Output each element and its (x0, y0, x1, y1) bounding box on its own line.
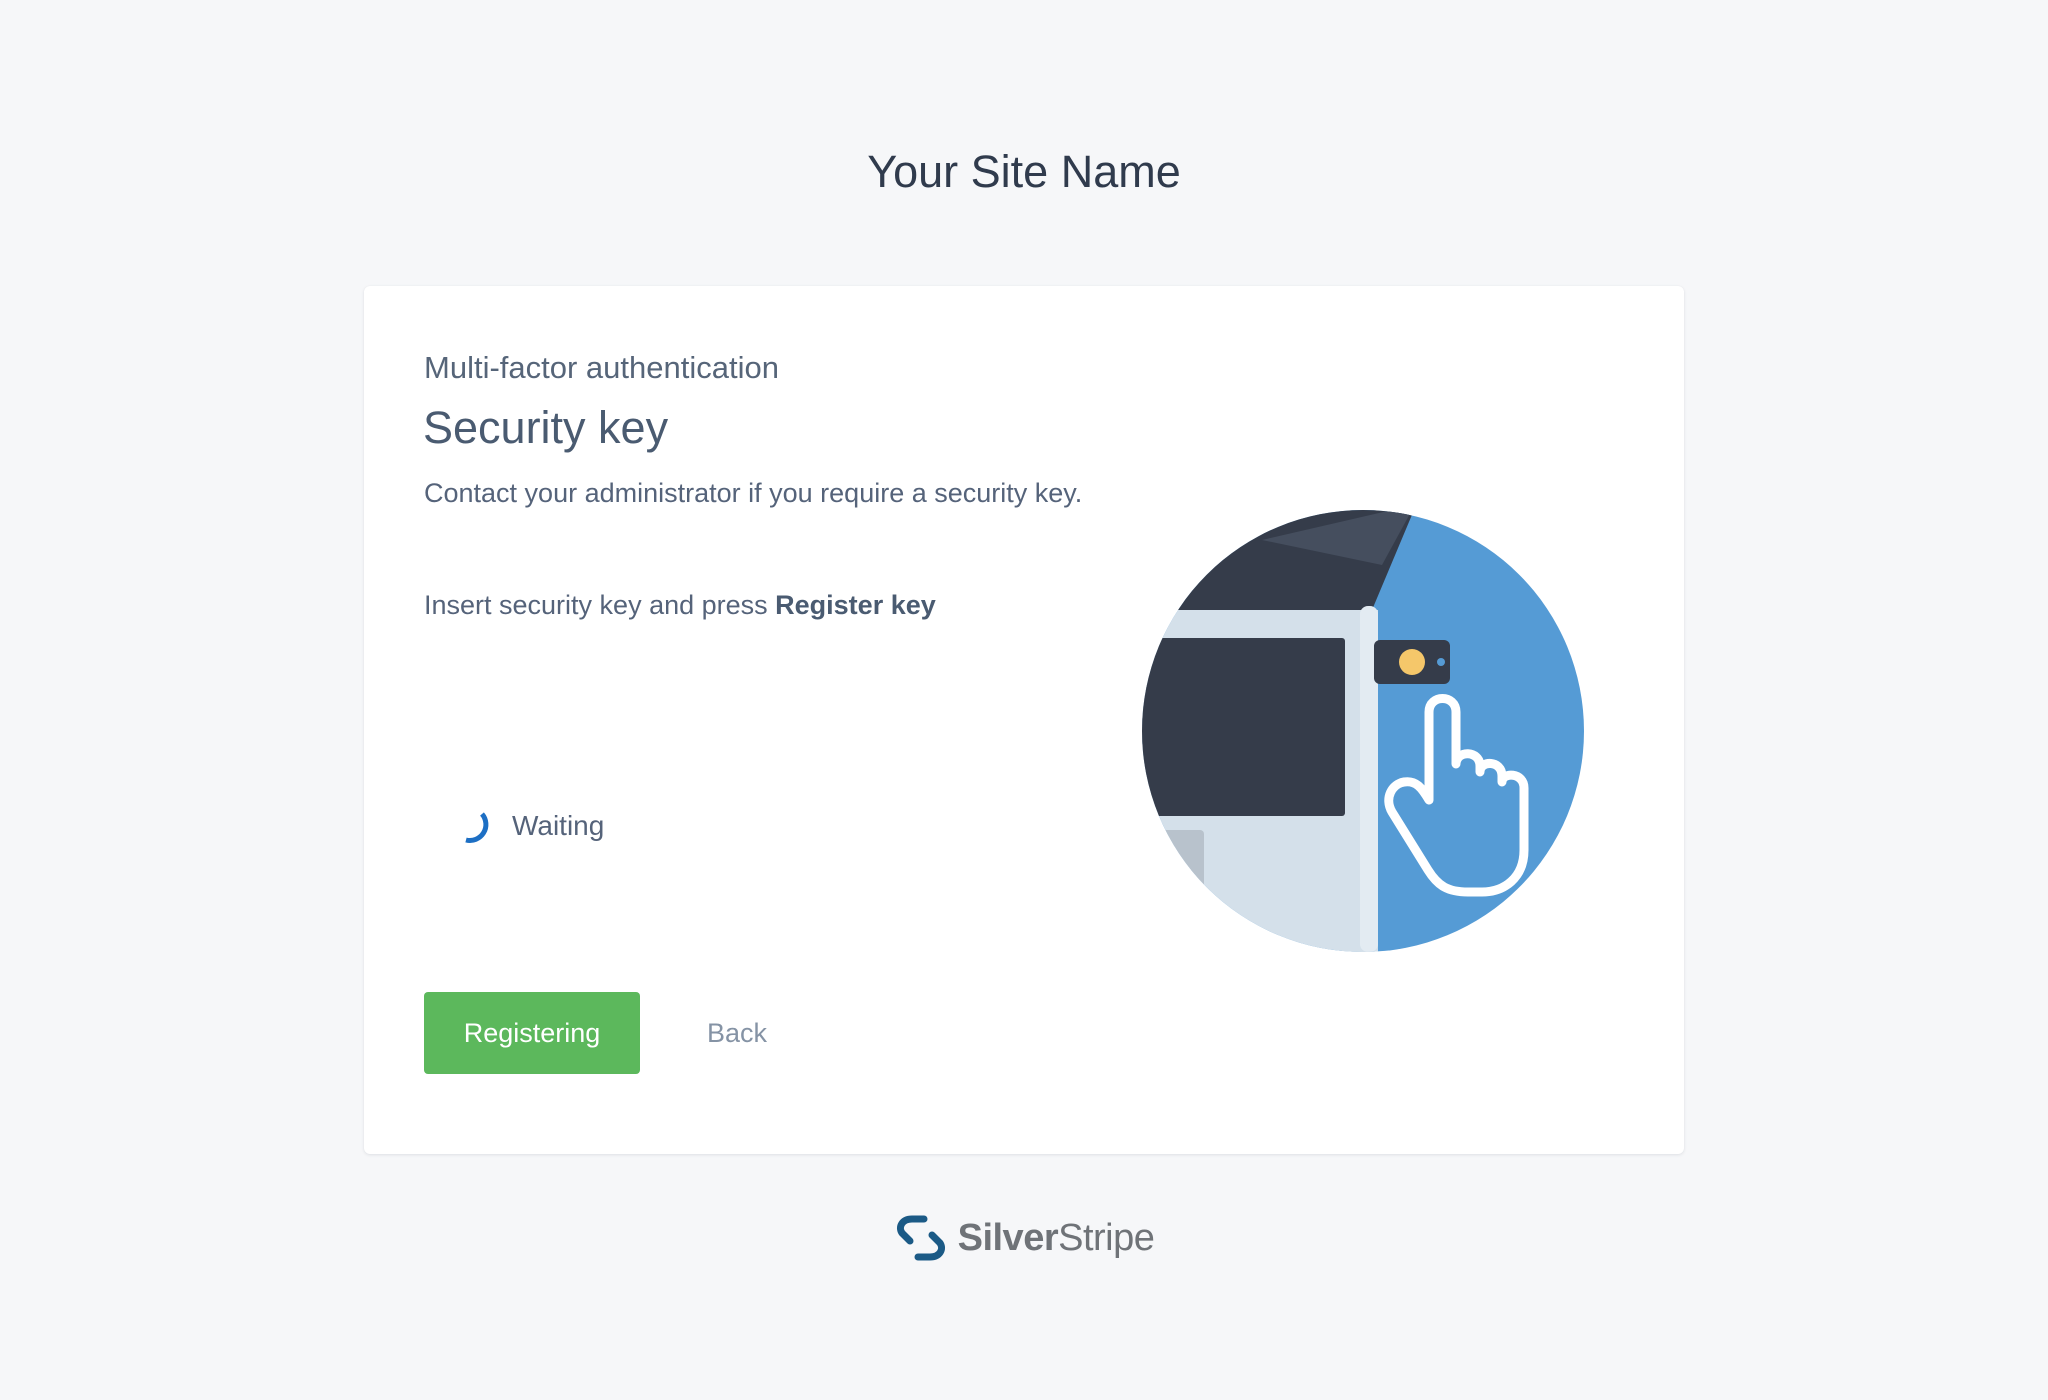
brand-part-stripe: Stripe (1058, 1216, 1155, 1259)
instruction-text: Insert security key and press (424, 590, 776, 620)
status-text: Waiting (512, 810, 605, 841)
card-eyebrow: Multi-factor authentication (424, 350, 779, 385)
footer-brand: SilverStripe (0, 1210, 2048, 1266)
silverstripe-logo-icon (896, 1215, 945, 1261)
registering-button[interactable]: Registering (424, 992, 640, 1074)
mfa-card: Multi-factor authentication Security key… (364, 286, 1684, 1154)
security-key-touch-illustration (1142, 510, 1584, 952)
status-indicator: Waiting (446, 796, 604, 856)
card-description: Contact your administrator if you requir… (424, 478, 1083, 508)
instruction-emphasis: Register key (775, 590, 936, 620)
card-instruction: Insert security key and press Register k… (424, 584, 1104, 626)
spinner-icon (465, 812, 489, 843)
card-title: Security key (423, 402, 669, 453)
back-button[interactable]: Back (682, 992, 792, 1074)
site-title: Your Site Name (867, 146, 1181, 197)
brand-part-silver: Silver (957, 1216, 1059, 1259)
brand-wordmark: SilverStripe (958, 1217, 1155, 1260)
